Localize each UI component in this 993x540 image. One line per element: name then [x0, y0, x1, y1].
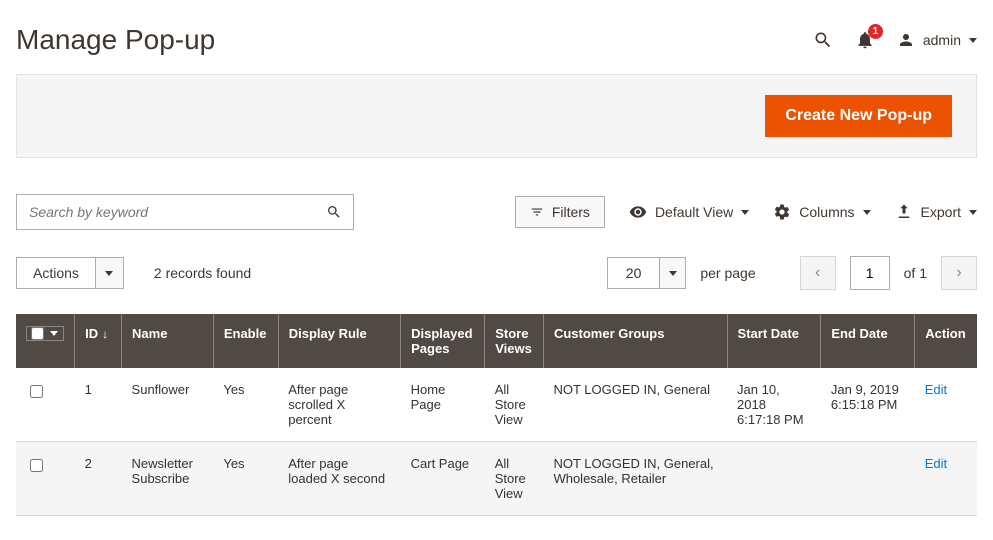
grid-toolbar: Filters Default View Columns Export	[16, 194, 977, 230]
perpage-trigger[interactable]	[659, 258, 685, 288]
chevron-down-icon	[863, 210, 871, 215]
cell-end-date: Jan 9, 2019 6:15:18 PM	[821, 368, 915, 442]
sort-arrow-icon: ↓	[102, 327, 108, 341]
actions-trigger[interactable]	[95, 258, 123, 288]
edit-link[interactable]: Edit	[925, 456, 947, 471]
records-count: 2 records found	[154, 265, 251, 281]
header-actions: 1 admin	[813, 30, 977, 50]
table-controls: Actions 2 records found 20 per page ‹ of…	[16, 256, 977, 290]
col-display-rule-header[interactable]: Display Rule	[278, 314, 400, 368]
popup-grid: ID↓ Name Enable Display Rule Displayed P…	[16, 314, 977, 516]
col-checkbox-header[interactable]	[16, 314, 75, 368]
default-view-label: Default View	[655, 204, 733, 220]
chevron-down-icon	[969, 210, 977, 215]
cell-customer-groups: NOT LOGGED IN, General, Wholesale, Retai…	[543, 442, 727, 516]
perpage-value: 20	[608, 258, 660, 288]
pagination: 20 per page ‹ of 1 ›	[607, 256, 977, 290]
user-icon	[897, 31, 915, 49]
search-icon	[326, 202, 342, 222]
page-header: Manage Pop-up 1 admin	[16, 16, 977, 74]
row-checkbox[interactable]	[30, 459, 43, 472]
col-end-date-header[interactable]: End Date	[821, 314, 915, 368]
prev-page-button[interactable]: ‹	[800, 256, 836, 290]
export-label: Export	[921, 204, 961, 220]
actions-dropdown[interactable]: Actions	[16, 257, 124, 289]
filters-button[interactable]: Filters	[515, 196, 605, 228]
gear-icon	[773, 203, 791, 221]
chevron-down-icon	[50, 331, 58, 336]
export-icon	[895, 203, 913, 221]
col-name-header[interactable]: Name	[122, 314, 214, 368]
actions-label: Actions	[17, 258, 95, 288]
chevron-down-icon	[741, 210, 749, 215]
primary-action-bar: Create New Pop-up	[16, 74, 977, 158]
notification-badge: 1	[868, 24, 883, 39]
cell-name: Sunflower	[122, 368, 214, 442]
chevron-down-icon	[669, 271, 677, 276]
cell-enable: Yes	[213, 442, 278, 516]
cell-start-date	[727, 442, 821, 516]
search-icon[interactable]	[813, 30, 833, 50]
next-page-button[interactable]: ›	[941, 256, 977, 290]
columns-menu[interactable]: Columns	[773, 203, 870, 221]
cell-enable: Yes	[213, 368, 278, 442]
col-customer-groups-header[interactable]: Customer Groups	[543, 314, 727, 368]
col-id-header[interactable]: ID↓	[75, 314, 122, 368]
notifications-icon[interactable]: 1	[855, 30, 875, 50]
table-row: 2 Newsletter Subscribe Yes After page lo…	[16, 442, 977, 516]
cell-store-views: All Store View	[485, 442, 544, 516]
export-menu[interactable]: Export	[895, 203, 977, 221]
perpage-label: per page	[700, 265, 755, 281]
page-title: Manage Pop-up	[16, 24, 215, 56]
cell-display-rule: After page loaded X second	[278, 442, 400, 516]
cell-displayed-pages: Home Page	[401, 368, 485, 442]
search-input[interactable]	[16, 194, 354, 230]
search-button[interactable]	[320, 198, 348, 226]
col-store-views-header[interactable]: Store Views	[485, 314, 544, 368]
col-start-date-header[interactable]: Start Date	[727, 314, 821, 368]
col-enable-header[interactable]: Enable	[213, 314, 278, 368]
grid-header-row: ID↓ Name Enable Display Rule Displayed P…	[16, 314, 977, 368]
default-view-menu[interactable]: Default View	[629, 203, 749, 221]
cell-display-rule: After page scrolled X percent	[278, 368, 400, 442]
cell-id: 1	[75, 368, 122, 442]
chevron-down-icon	[105, 271, 113, 276]
chevron-down-icon	[969, 38, 977, 43]
filters-label: Filters	[552, 204, 590, 220]
columns-label: Columns	[799, 204, 854, 220]
create-popup-button[interactable]: Create New Pop-up	[765, 95, 952, 137]
cell-displayed-pages: Cart Page	[401, 442, 485, 516]
row-checkbox[interactable]	[30, 385, 43, 398]
col-displayed-pages-header[interactable]: Displayed Pages	[401, 314, 485, 368]
page-input[interactable]	[850, 256, 890, 290]
cell-start-date: Jan 10, 2018 6:17:18 PM	[727, 368, 821, 442]
col-action-header[interactable]: Action	[915, 314, 977, 368]
search-wrap	[16, 194, 354, 230]
cell-store-views: All Store View	[485, 368, 544, 442]
eye-icon	[629, 203, 647, 221]
toolbar-right: Filters Default View Columns Export	[515, 196, 977, 228]
filter-icon	[530, 205, 544, 219]
table-row: 1 Sunflower Yes After page scrolled X pe…	[16, 368, 977, 442]
user-menu[interactable]: admin	[897, 31, 977, 49]
user-name: admin	[923, 32, 961, 48]
cell-customer-groups: NOT LOGGED IN, General	[543, 368, 727, 442]
cell-id: 2	[75, 442, 122, 516]
page-of-label: of 1	[904, 265, 927, 281]
cell-name: Newsletter Subscribe	[122, 442, 214, 516]
perpage-select[interactable]: 20	[607, 257, 687, 289]
cell-end-date	[821, 442, 915, 516]
select-all-checkbox[interactable]	[31, 327, 44, 340]
edit-link[interactable]: Edit	[925, 382, 947, 397]
